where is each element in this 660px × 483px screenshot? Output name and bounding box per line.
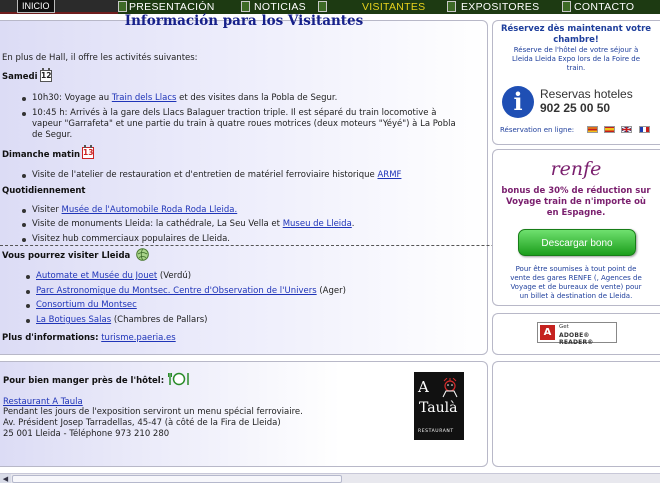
toy-museum-link[interactable]: Automate et Musée du Jouet bbox=[36, 271, 157, 281]
scroll-left-arrow-icon[interactable]: ◀ bbox=[0, 474, 11, 483]
renfe-text-1: bonus de 30% de réduction sur bbox=[501, 186, 651, 196]
nav-item-expositores[interactable]: EXPOSITORES bbox=[461, 0, 539, 14]
nav-item-noticias[interactable]: NOTICIAS bbox=[254, 0, 306, 14]
food-line-3: 25 001 Lleida - Téléphone 973 210 280 bbox=[3, 429, 170, 439]
bullet bbox=[26, 290, 30, 294]
restaurant-logo: A Taulà RESTAURANT bbox=[414, 372, 464, 440]
nav-item-visitantes[interactable]: VISITANTES bbox=[362, 0, 425, 14]
bullet bbox=[22, 174, 26, 178]
french-flag-icon[interactable] bbox=[639, 126, 650, 133]
automobile-museum-link[interactable]: Musée de l'Automobile Roda Roda Lleida. bbox=[62, 205, 238, 215]
scrollbar-thumb[interactable] bbox=[12, 475, 342, 483]
daily-label: Quotidiennement bbox=[2, 186, 86, 196]
adobe-reader-icon: A bbox=[540, 325, 555, 340]
adobe-reader-badge[interactable]: A Get ADOBE® READER® bbox=[537, 322, 617, 346]
turisme-paeria-link[interactable]: turisme.paeria.es bbox=[101, 333, 175, 343]
daily-item-3: Visitez hub commerciaux populaires de Ll… bbox=[32, 234, 231, 244]
dinner-plate-icon bbox=[168, 372, 189, 386]
bullet bbox=[22, 97, 26, 101]
renfe-logo: renfe bbox=[550, 158, 602, 180]
online-booking-label: Réservation en ligne: bbox=[500, 126, 575, 134]
uk-flag-icon[interactable] bbox=[621, 126, 632, 133]
side-empty-panel bbox=[492, 361, 660, 467]
renfe-note-4: un billet à destination de Lleida. bbox=[519, 292, 633, 300]
saturday-item-2-line-3: de Segur. bbox=[32, 130, 73, 140]
more-info: Plus d'informations: turisme.paeria.es bbox=[2, 333, 176, 343]
daily-item-2: Visite de monuments Lleida: la cathédral… bbox=[32, 219, 355, 229]
nav-item-presentacion[interactable]: PRESENTACIÓN bbox=[129, 0, 215, 14]
renfe-text-2: Voyage train de n'importe où bbox=[506, 197, 646, 207]
reserve-text-1: Réserve de l'hôtel de votre séjour à bbox=[513, 46, 639, 54]
bullet bbox=[22, 209, 26, 213]
renfe-text-3: en Espagne. bbox=[546, 208, 606, 218]
nav-separator-icon bbox=[318, 1, 327, 12]
calendar-icon: 12 bbox=[40, 68, 52, 82]
daily-item-1: Visiter Musée de l'Automobile Roda Roda … bbox=[32, 205, 238, 215]
bullet bbox=[26, 275, 30, 279]
nav-separator-icon bbox=[118, 1, 127, 12]
bullet bbox=[22, 223, 26, 227]
montsec-park-link[interactable]: Parc Astronomique du Montsec. Centre d'O… bbox=[36, 286, 317, 296]
renfe-note-1: Pour être soumises à tout point de bbox=[515, 265, 637, 273]
bullet bbox=[22, 238, 26, 242]
nav-inicio[interactable]: INICIO bbox=[17, 0, 55, 13]
hotels-label[interactable]: Reservas hoteles bbox=[540, 87, 633, 101]
saturday-item-1: 10h30: Voyage au Train dels Llacs et des… bbox=[32, 93, 338, 103]
visit-item-4: La Botigues Salas (Chambres de Pallars) bbox=[36, 315, 208, 325]
info-icon[interactable]: i bbox=[502, 86, 534, 118]
botigues-salas-link[interactable]: La Botigues Salas bbox=[36, 315, 111, 325]
visit-item-1: Automate et Musée du Jouet (Verdú) bbox=[36, 271, 192, 281]
saturday-item-2-line-1: 10:45 h: Arrivés à la gare dels Llacs Ba… bbox=[32, 108, 437, 118]
train-dels-llacs-link[interactable]: Train dels Llacs bbox=[112, 93, 177, 103]
reserve-title-1: Réservez dès maintenant votre bbox=[500, 24, 652, 34]
sunday-label: Dimanche matin bbox=[2, 150, 81, 160]
catalan-flag-icon[interactable] bbox=[587, 126, 598, 133]
nav-item-contacto[interactable]: CONTACTO bbox=[574, 0, 634, 14]
food-line-1: Pendant les jours de l'exposition servir… bbox=[3, 407, 303, 417]
reserve-text-3: train. bbox=[566, 64, 586, 72]
visit-lleida-label: Vous pourrez visiter Lleida bbox=[2, 251, 131, 261]
nav-separator-icon bbox=[447, 1, 456, 12]
food-line-2: Av. Président Josep Tarradellas, 45-47 (… bbox=[3, 418, 281, 428]
renfe-note-2: vente des gares RENFE (, Agences de bbox=[510, 274, 642, 282]
spanish-flag-icon[interactable] bbox=[604, 126, 615, 133]
chef-figure-icon bbox=[442, 378, 458, 398]
bullet bbox=[26, 319, 30, 323]
renfe-note-3: Voyage et de bureaux de vente) pour bbox=[510, 283, 642, 291]
bullet bbox=[22, 112, 26, 116]
museu-lleida-link[interactable]: Museu de Lleida bbox=[283, 219, 352, 229]
reserve-title-2: chambre! bbox=[553, 35, 599, 45]
top-navigation: INICIO PRESENTACIÓN NOTICIAS VISITANTES … bbox=[0, 0, 660, 14]
page-title: Información para los Visitantes bbox=[124, 13, 364, 29]
visit-item-2: Parc Astronomique du Montsec. Centre d'O… bbox=[36, 286, 346, 296]
calendar-icon: 13 bbox=[82, 145, 94, 159]
armf-link[interactable]: ARMF bbox=[377, 170, 401, 180]
nav-separator-icon bbox=[562, 1, 571, 12]
intro-text: En plus de Hall, il offre les activités … bbox=[2, 53, 198, 63]
hotels-phone: 902 25 00 50 bbox=[540, 101, 611, 115]
nav-separator-icon bbox=[241, 1, 250, 12]
globe-icon bbox=[136, 248, 149, 261]
reserve-text-2: Lleida Lleida Expo lors de la Foire de bbox=[511, 55, 641, 63]
montsec-consortium-link[interactable]: Consortium du Montsec bbox=[36, 300, 137, 310]
food-title: Pour bien manger près de l'hôtel: bbox=[3, 376, 165, 386]
saturday-label: Samedi bbox=[2, 72, 38, 82]
restaurant-link[interactable]: Restaurant A Taula bbox=[3, 397, 83, 407]
download-voucher-button[interactable]: Descargar bono bbox=[518, 229, 636, 256]
horizontal-scrollbar[interactable]: ◀ bbox=[0, 473, 660, 483]
visit-item-3: Consortium du Montsec bbox=[36, 300, 137, 310]
sunday-item-1: Visite de l'atelier de restauration et d… bbox=[32, 170, 402, 180]
saturday-item-2-line-2: vapeur "Garrafeta" et une partie du trai… bbox=[32, 119, 456, 129]
bullet bbox=[26, 304, 30, 308]
